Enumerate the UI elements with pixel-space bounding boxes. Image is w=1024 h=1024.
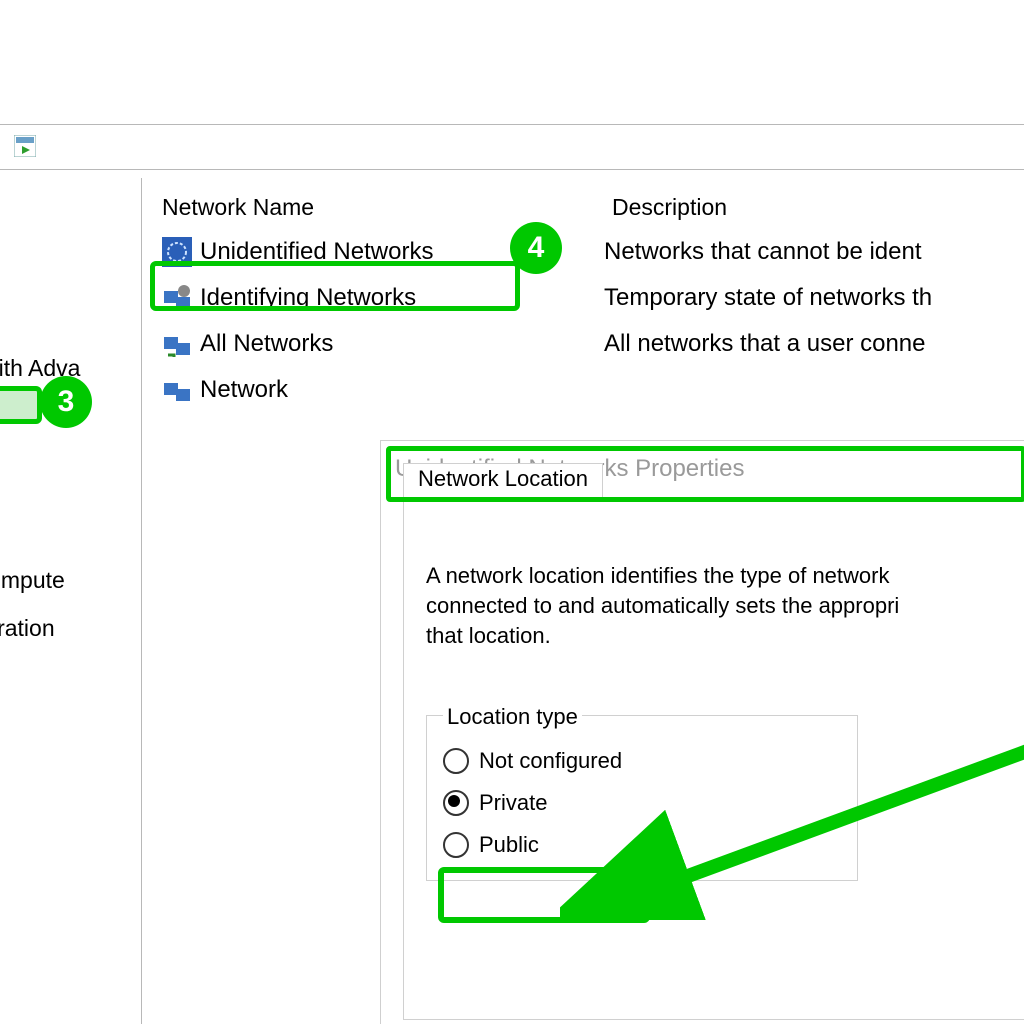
highlight-private-radio [438, 867, 650, 923]
list-item-network[interactable]: Network [150, 367, 1024, 413]
toolbar [0, 124, 1024, 170]
toolbar-play-icon[interactable] [14, 135, 36, 157]
column-network-name[interactable]: Network Name [162, 194, 612, 221]
dialog-body-text: A network location identifies the type o… [404, 499, 1024, 881]
list-item-desc: Networks that cannot be ident [604, 238, 922, 266]
column-headers: Network Name Description [150, 178, 1024, 229]
list-item-label: Network [200, 376, 604, 404]
radio-label: Not configured [479, 746, 622, 776]
network-icon [162, 375, 192, 405]
dialog-tab-panel: Network Location A network location iden… [403, 499, 1024, 1020]
list-item-desc: Temporary state of networks th [604, 284, 932, 312]
highlight-unidentified-networks [150, 261, 520, 311]
tree-item-s1[interactable]: s [0, 460, 141, 508]
location-type-fieldset: Location type Not configured Private [426, 715, 858, 881]
list-item-label: All Networks [200, 330, 604, 358]
tree-item-figuration[interactable]: figuration [0, 604, 141, 652]
network-all-icon [162, 329, 192, 359]
radio-icon [443, 832, 469, 858]
properties-dialog: Unidentified Networks Properties Network… [380, 440, 1024, 1024]
radio-public[interactable]: Public [443, 824, 847, 866]
annotation-badge-4: 4 [510, 222, 562, 274]
column-description[interactable]: Description [612, 194, 1014, 221]
radio-not-configured[interactable]: Not configured [443, 740, 847, 782]
annotation-badge-3: 3 [40, 376, 92, 428]
app-window: with Adva ies s s l Compute figuration N… [0, 0, 1024, 1024]
dialog-body-line: that location. [426, 621, 1024, 651]
radio-label: Public [479, 830, 539, 860]
radio-label: Private [479, 788, 547, 818]
list-item-all-networks[interactable]: All Networks All networks that a user co… [150, 321, 1024, 367]
list-item-desc: All networks that a user conne [604, 330, 926, 358]
highlight-dialog-title [386, 446, 1024, 502]
dialog-body-line: connected to and automatically sets the … [426, 591, 1024, 621]
fieldset-legend: Location type [443, 702, 582, 732]
tree-item-compute[interactable]: l Compute [0, 556, 141, 604]
dialog-body-line: A network location identifies the type o… [426, 561, 1024, 591]
tree-item-s2[interactable]: s [0, 508, 141, 556]
radio-icon [443, 790, 469, 816]
radio-private[interactable]: Private [443, 782, 847, 824]
highlight-tree-ies [0, 386, 42, 424]
tree-pane: with Adva ies s s l Compute figuration [0, 178, 142, 1024]
radio-icon [443, 748, 469, 774]
